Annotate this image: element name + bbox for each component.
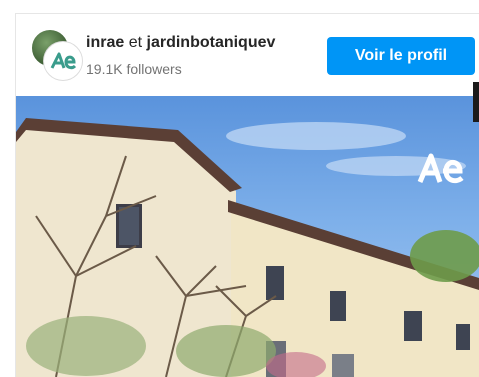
- post-header: inrae et jardinbotaniquev 19.1K follower…: [16, 14, 479, 96]
- view-profile-button[interactable]: Voir le profil: [327, 37, 475, 75]
- account-names: inrae et jardinbotaniquev: [86, 34, 275, 52]
- follower-count: 19.1K followers: [86, 61, 182, 77]
- account-name-jardin[interactable]: jardinbotaniquev: [147, 34, 276, 51]
- avatar-ae-logo[interactable]: [44, 42, 82, 80]
- name-connector: et: [128, 34, 143, 51]
- post-card: inrae et jardinbotaniquev 19.1K follower…: [16, 14, 479, 377]
- account-name-inrae[interactable]: inrae: [86, 34, 124, 51]
- adjacent-card-edge: [473, 82, 479, 122]
- ae-logo-icon: [50, 52, 76, 70]
- account-avatars[interactable]: [30, 28, 82, 80]
- building-scene: [16, 118, 479, 377]
- post-image[interactable]: [16, 96, 479, 377]
